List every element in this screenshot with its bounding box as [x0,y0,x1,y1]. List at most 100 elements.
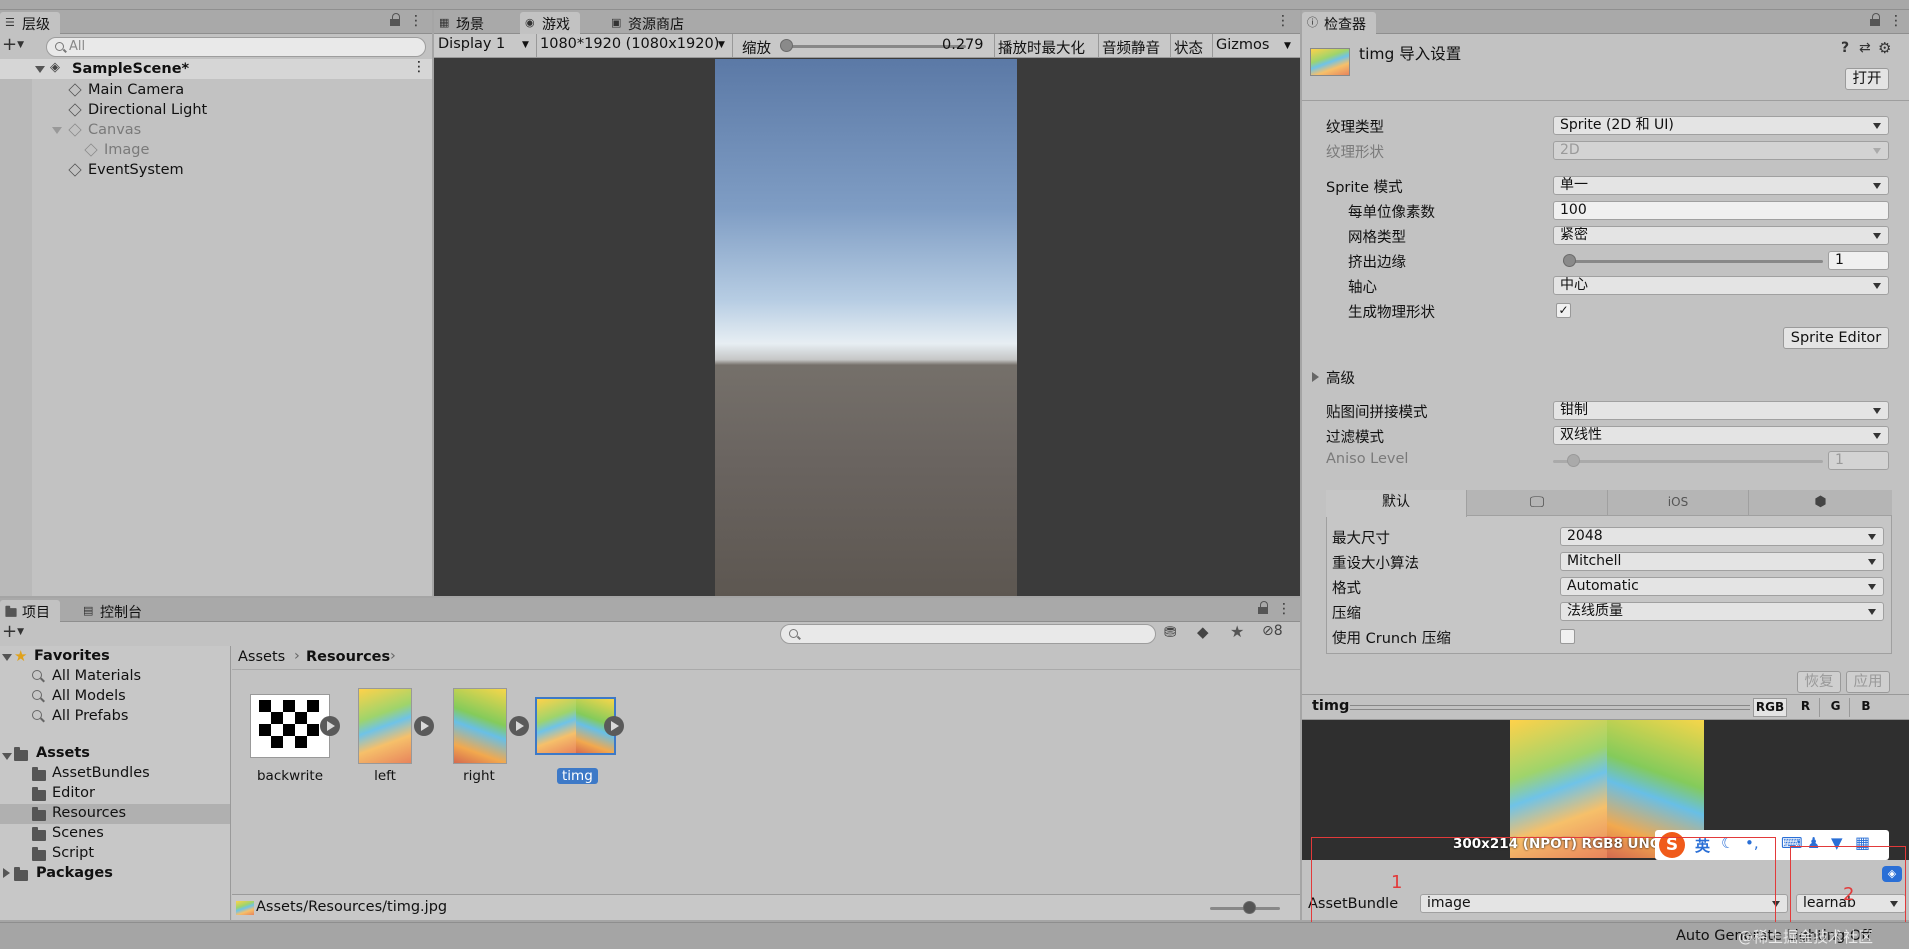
generate-physics-checkbox[interactable]: ✓ [1556,303,1571,318]
extrude-edges-slider-track[interactable] [1563,260,1823,263]
project-search-input[interactable] [780,624,1156,644]
favorite-star-icon[interactable]: ★ [1230,622,1244,641]
folder-assetbundles[interactable]: AssetBundles [52,765,150,781]
gizmos-toggle[interactable]: Gizmos [1216,37,1269,53]
preset-icon[interactable]: ⇄ [1859,40,1871,56]
scene-more-icon[interactable]: ⋮ [412,59,426,75]
collapse-arrow-icon[interactable] [3,868,10,878]
favorite-all-prefabs[interactable]: All Prefabs [52,708,128,724]
scale-slider-track[interactable] [786,45,966,48]
extrude-edges-input[interactable]: 1 [1828,251,1889,270]
asset-thumb-left[interactable] [358,688,412,764]
hierarchy-item-image[interactable]: Image [84,140,149,160]
expand-sprite-button[interactable] [604,716,624,736]
platform-tab-ios[interactable]: iOS [1608,490,1749,516]
favorite-all-models[interactable]: All Models [52,688,126,704]
hierarchy-item-directional-light[interactable]: Directional Light [68,100,207,120]
lock-icon[interactable] [390,13,402,27]
folder-scenes[interactable]: Scenes [52,825,104,841]
hierarchy-item-canvas[interactable]: Canvas [68,120,141,140]
expand-arrow-icon[interactable] [35,66,45,73]
hierarchy-search-input[interactable]: All [46,37,426,57]
more-menu-icon[interactable]: ⋮ [1277,601,1291,617]
format-dropdown[interactable]: Automatic [1560,577,1884,596]
open-button[interactable]: 打开 [1845,68,1889,90]
chevron-down-icon[interactable]: ▼ [1284,41,1291,51]
channel-b-button[interactable]: B [1852,698,1880,717]
favorites-label[interactable]: Favorites [34,648,110,664]
scale-slider-knob[interactable] [780,39,793,52]
resolution-select[interactable]: 1080*1920 (1080x1920) ▼ [540,36,730,56]
asset-thumb-right[interactable] [453,688,507,764]
platform-tab-android[interactable]: ⬢ [1749,490,1892,516]
expand-arrow-icon[interactable] [2,753,12,760]
scene-row[interactable]: ◈ SampleScene* ⋮ [0,59,432,79]
max-size-dropdown[interactable]: 2048 [1560,527,1884,546]
more-menu-icon[interactable]: ⋮ [409,13,423,29]
more-menu-icon[interactable]: ⋮ [1889,13,1903,29]
compression-label: 压缩 [1332,606,1361,622]
folder-script[interactable]: Script [52,845,94,861]
tab-inspector[interactable]: ⓘ 检查器 [1302,12,1376,34]
texture-type-dropdown[interactable]: Sprite (2D 和 UI) [1553,116,1889,135]
icon-size-slider-knob[interactable] [1243,901,1256,914]
expand-sprite-button[interactable] [509,716,529,736]
tab-project[interactable]: 项目 [0,600,60,622]
stats-toggle[interactable]: 状态 [1174,37,1203,58]
project-create-button[interactable]: +▼ [2,622,32,644]
filter-by-label-icon[interactable]: ◆ [1197,623,1209,641]
breadcrumb-assets[interactable]: Assets [238,649,285,665]
tab-asset-store[interactable]: ▣ 资源商店 [606,12,694,34]
help-icon[interactable]: ? [1841,40,1849,56]
expand-sprite-button[interactable] [320,716,340,736]
assets-label[interactable]: Assets [36,745,90,761]
wrap-mode-dropdown[interactable]: 钳制 [1553,401,1889,420]
tab-console[interactable]: ▤ 控制台 [78,600,152,622]
tab-scene[interactable]: ▦ 场景 [434,12,494,34]
apply-button: 应用 [1846,671,1890,693]
sprite-editor-button[interactable]: Sprite Editor [1783,327,1889,349]
maximize-on-play-toggle[interactable]: 播放时最大化 [998,37,1085,58]
packages-label[interactable]: Packages [36,865,113,881]
more-menu-icon[interactable]: ⋮ [1276,13,1290,29]
crunch-compression-checkbox[interactable] [1560,629,1575,644]
gear-icon[interactable]: ⚙ [1878,39,1891,57]
tab-game[interactable]: ◉ 游戏 [520,12,580,34]
preview-drag-handle[interactable] [1350,705,1750,710]
filter-mode-dropdown[interactable]: 双线性 [1553,426,1889,445]
channel-rgb-button[interactable]: RGB [1753,698,1787,717]
hierarchy-item-main-camera[interactable]: Main Camera [68,80,184,100]
channel-g-button[interactable]: G [1822,698,1850,717]
channel-r-button[interactable]: R [1792,698,1820,717]
platform-tab-default[interactable]: 默认 [1326,490,1467,517]
mute-audio-toggle[interactable]: 音频静音 [1102,37,1160,58]
pixels-per-unit-input[interactable]: 100 [1553,201,1889,220]
expand-arrow-icon[interactable] [52,127,62,134]
lock-icon[interactable] [1258,601,1270,615]
expand-arrow-icon[interactable] [2,654,12,661]
hidden-packages-icon[interactable]: ⊘8 [1262,623,1283,639]
resize-algorithm-dropdown[interactable]: Mitchell [1560,552,1884,571]
sprite-mode-dropdown[interactable]: 单一 [1553,176,1889,195]
folder-resources[interactable]: Resources [52,805,126,821]
pivot-dropdown[interactable]: 中心 [1553,276,1889,295]
extrude-edges-slider-knob[interactable] [1563,254,1576,267]
display-select[interactable]: Display 1 ▼ [438,36,534,56]
filter-by-type-icon[interactable]: ⛃ [1164,623,1177,641]
asset-thumb-backwrite[interactable] [250,694,330,758]
collapse-arrow-icon[interactable] [1312,372,1319,382]
lock-icon[interactable] [1870,13,1882,27]
expand-sprite-button[interactable] [414,716,434,736]
platform-tab-standalone[interactable]: 🖵 [1467,490,1608,516]
compression-dropdown[interactable]: 法线质量 [1560,602,1884,621]
hierarchy-item-eventsystem[interactable]: EventSystem [68,160,184,180]
create-button[interactable]: +▼ [2,36,32,56]
inspector-title: timg 导入设置 [1359,45,1462,63]
game-viewport[interactable] [715,59,1017,596]
advanced-foldout[interactable]: 高级 [1326,367,1355,388]
favorite-all-materials[interactable]: All Materials [52,668,141,684]
folder-editor[interactable]: Editor [52,785,95,801]
tab-hierarchy[interactable]: ☰ 层级 [0,12,60,34]
mesh-type-dropdown[interactable]: 紧密 [1553,226,1889,245]
breadcrumb-resources[interactable]: Resources [306,649,390,665]
